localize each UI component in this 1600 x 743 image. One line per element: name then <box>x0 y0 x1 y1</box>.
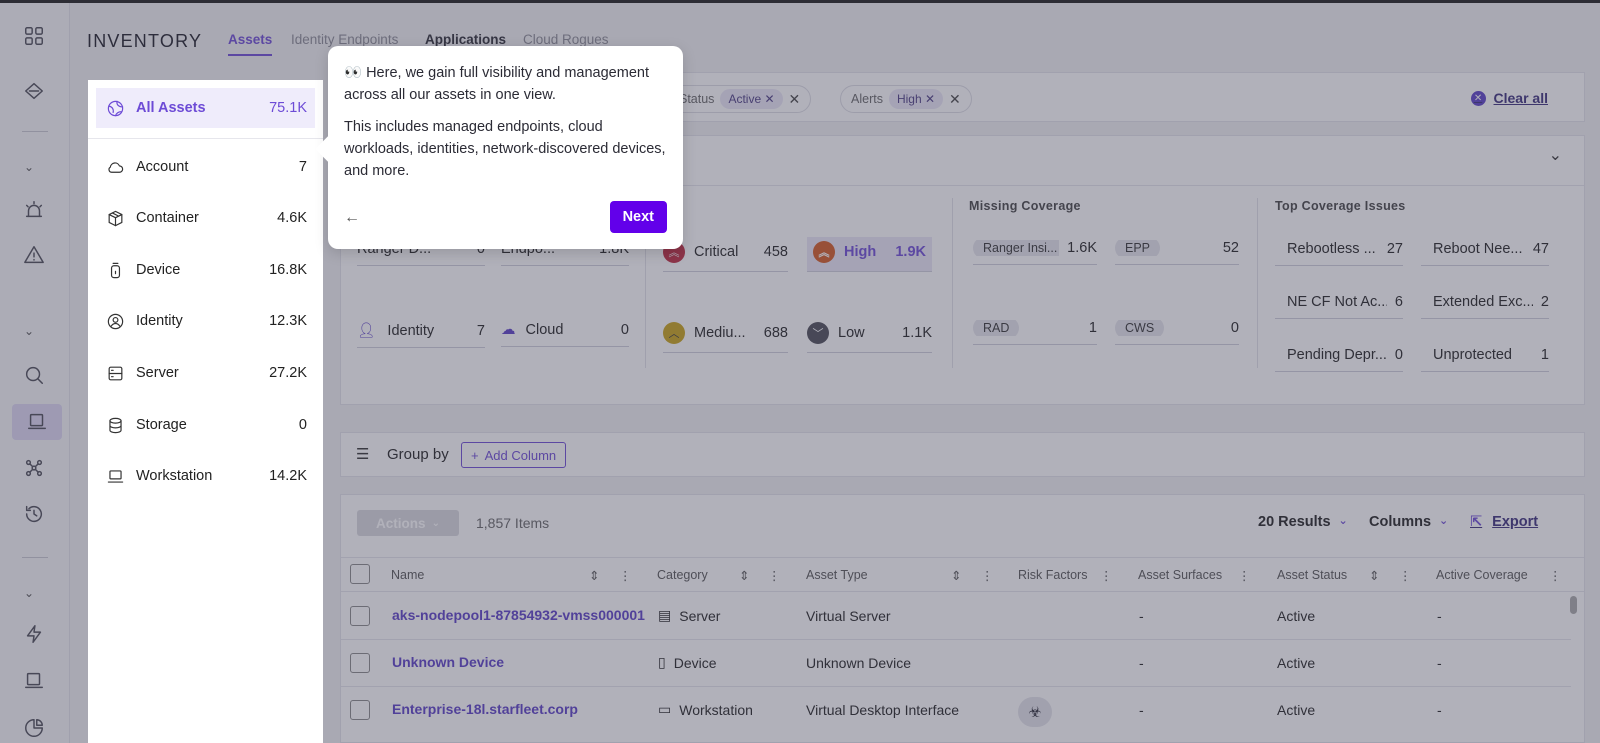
window-top-border <box>0 0 1600 3</box>
sidebar-item-account[interactable]: Account 7 <box>96 147 315 187</box>
box-icon <box>105 208 125 228</box>
tooltip-text: 👀 Here, we gain full visibility and mana… <box>344 65 649 103</box>
sidebar-divider <box>88 138 323 139</box>
sidebar-item-device[interactable]: Device 16.8K <box>96 250 315 290</box>
asset-category-panel: All Assets 75.1K Account 7 Container 4.6… <box>88 80 323 743</box>
server-icon <box>105 363 125 383</box>
next-button[interactable]: Next <box>609 201 667 233</box>
cloud-icon <box>105 157 125 177</box>
tour-tooltip: 👀 Here, we gain full visibility and mana… <box>328 46 683 249</box>
back-arrow-icon[interactable]: ← <box>344 209 360 227</box>
tooltip-text: This includes managed endpoints, cloud w… <box>344 119 666 179</box>
sidebar-item-all-assets[interactable]: All Assets 75.1K <box>96 88 315 128</box>
sidebar-item-server[interactable]: Server 27.2K <box>96 353 315 393</box>
sidebar-item-storage[interactable]: Storage 0 <box>96 405 315 445</box>
sidebar-item-workstation[interactable]: Workstation 14.2K <box>96 456 315 496</box>
laptop-icon <box>105 466 125 486</box>
globe-icon <box>105 98 125 118</box>
sidebar-item-identity[interactable]: Identity 12.3K <box>96 301 315 341</box>
database-icon <box>105 415 125 435</box>
sidebar-item-container[interactable]: Container 4.6K <box>96 198 315 238</box>
user-circle-icon <box>105 311 125 331</box>
device-icon <box>105 260 125 280</box>
